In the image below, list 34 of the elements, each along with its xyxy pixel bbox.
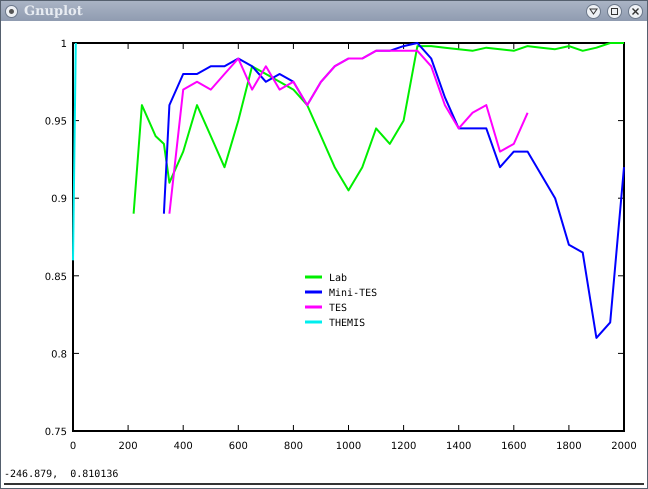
caret-icon (589, 6, 598, 16)
x-tick-label: 600 (228, 441, 248, 452)
legend-label: TES (329, 303, 348, 314)
y-tick-label: 0.75 (44, 427, 67, 438)
legend-swatch (305, 290, 322, 294)
x-tick-label: 200 (118, 441, 138, 452)
close-button[interactable] (628, 4, 643, 18)
window-title: Gnuplot (24, 4, 84, 18)
y-tick-label: 1 (60, 39, 67, 50)
y-tick-label: 0.85 (44, 272, 67, 283)
legend-swatch (305, 306, 322, 308)
legend-label: Mini-TES (329, 288, 378, 299)
close-icon (631, 6, 640, 16)
y-tick-label: 0.8 (51, 349, 67, 360)
y-tick-label: 0.95 (44, 116, 67, 128)
legend-swatch (305, 320, 322, 324)
window-menu-icon[interactable] (5, 4, 18, 18)
x-tick-label: 1400 (446, 441, 472, 452)
x-tick-label: 1000 (336, 441, 362, 452)
minimize-button[interactable] (586, 4, 601, 18)
maximize-button[interactable] (607, 4, 622, 18)
cursor-coordinates: -246.879, 0.810136 (4, 468, 118, 480)
x-tick-label: 400 (174, 441, 193, 452)
legend-label: Lab (329, 273, 348, 284)
x-tick-label: 800 (284, 441, 303, 452)
legend-label: THEMIS (329, 318, 366, 329)
y-tick-label: 0.9 (51, 194, 67, 206)
x-tick-label: 2000 (611, 441, 637, 452)
x-tick-label: 0 (70, 441, 76, 452)
legend-swatch (305, 276, 322, 278)
square-icon (610, 6, 619, 16)
x-tick-label: 1600 (501, 441, 527, 452)
x-tick-label: 1800 (556, 441, 582, 452)
x-tick-label: 1200 (390, 441, 416, 452)
